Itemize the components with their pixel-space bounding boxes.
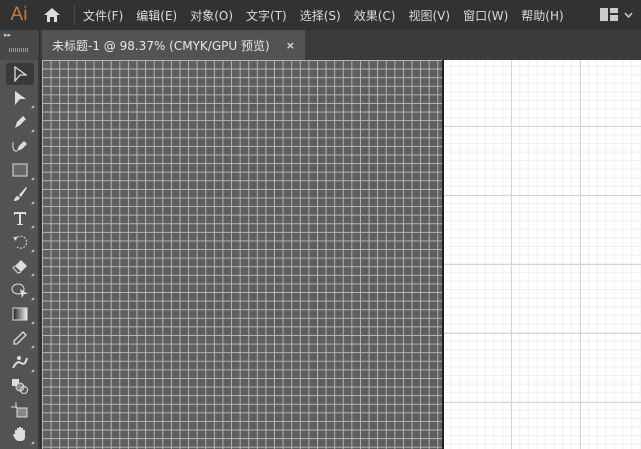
rectangle-icon bbox=[12, 163, 28, 177]
menu-help[interactable]: 帮助(H) bbox=[521, 7, 563, 24]
eyedropper-tool[interactable] bbox=[6, 327, 34, 349]
close-tab-button[interactable]: × bbox=[286, 39, 295, 52]
tools-panel bbox=[0, 60, 40, 449]
document-tab[interactable]: 未标题-1 @ 98.37% (CMYK/GPU 预览) × bbox=[42, 30, 305, 60]
shape-builder-tool[interactable] bbox=[6, 279, 34, 301]
menu-object[interactable]: 对象(O) bbox=[190, 7, 233, 24]
rotate-tool[interactable] bbox=[6, 231, 34, 253]
pen-tool[interactable] bbox=[6, 111, 34, 133]
hand-tool[interactable] bbox=[6, 423, 34, 445]
menu-edit[interactable]: 编辑(E) bbox=[136, 7, 177, 24]
menu-type[interactable]: 文字(T) bbox=[246, 7, 287, 24]
menu-bar: Ai 文件(F) 编辑(E) 对象(O) 文字(T) 选择(S) 效果(C) 视… bbox=[0, 0, 641, 30]
menu-window[interactable]: 窗口(W) bbox=[463, 7, 508, 24]
pasteboard-grid[interactable] bbox=[442, 60, 641, 449]
gradient-icon bbox=[12, 307, 28, 321]
workspace-switcher[interactable] bbox=[600, 8, 633, 21]
puppet-warp-tool[interactable] bbox=[6, 351, 34, 373]
paintbrush-tool[interactable] bbox=[6, 183, 34, 205]
selection-tool[interactable] bbox=[6, 63, 34, 85]
puppet-warp-icon bbox=[12, 356, 28, 369]
type-icon bbox=[14, 212, 26, 225]
artboard-canvas[interactable] bbox=[42, 60, 442, 449]
curvature-icon bbox=[12, 141, 27, 152]
hand-icon bbox=[13, 427, 25, 441]
collapse-panel-button[interactable]: ▸▸ bbox=[4, 31, 11, 39]
menu-effect[interactable]: 效果(C) bbox=[354, 7, 396, 24]
layout-icon bbox=[600, 8, 618, 21]
drag-handle[interactable] bbox=[9, 48, 29, 52]
eyedropper-icon bbox=[13, 331, 27, 345]
toolbar-header: ▸▸ bbox=[0, 30, 40, 60]
selection-arrow-icon bbox=[14, 66, 27, 82]
home-button[interactable] bbox=[38, 0, 66, 30]
rectangle-tool[interactable] bbox=[6, 159, 34, 181]
direct-selection-tool[interactable] bbox=[6, 87, 34, 109]
eraser-icon bbox=[12, 260, 27, 274]
menu-select[interactable]: 选择(S) bbox=[300, 7, 341, 24]
rotate-icon bbox=[13, 235, 28, 249]
blend-tool[interactable] bbox=[6, 375, 34, 397]
direct-selection-icon bbox=[15, 91, 26, 105]
blend-icon bbox=[12, 379, 28, 394]
chevron-down-icon bbox=[624, 12, 633, 18]
document-tab-title: 未标题-1 @ 98.37% (CMYK/GPU 预览) bbox=[52, 38, 270, 53]
pen-icon bbox=[15, 116, 26, 128]
paintbrush-icon bbox=[14, 187, 27, 201]
shape-builder-icon bbox=[11, 283, 28, 298]
menu-view[interactable]: 视图(V) bbox=[408, 7, 450, 24]
type-tool[interactable] bbox=[6, 207, 34, 229]
gradient-tool[interactable] bbox=[6, 303, 34, 325]
menu-file[interactable]: 文件(F) bbox=[83, 7, 123, 24]
eraser-tool[interactable] bbox=[6, 255, 34, 277]
divider bbox=[74, 5, 75, 25]
artboard-icon bbox=[11, 402, 28, 418]
curvature-tool[interactable] bbox=[6, 135, 34, 157]
app-logo: Ai bbox=[10, 4, 28, 25]
artboard-tool[interactable] bbox=[6, 399, 34, 421]
home-icon bbox=[44, 8, 60, 22]
